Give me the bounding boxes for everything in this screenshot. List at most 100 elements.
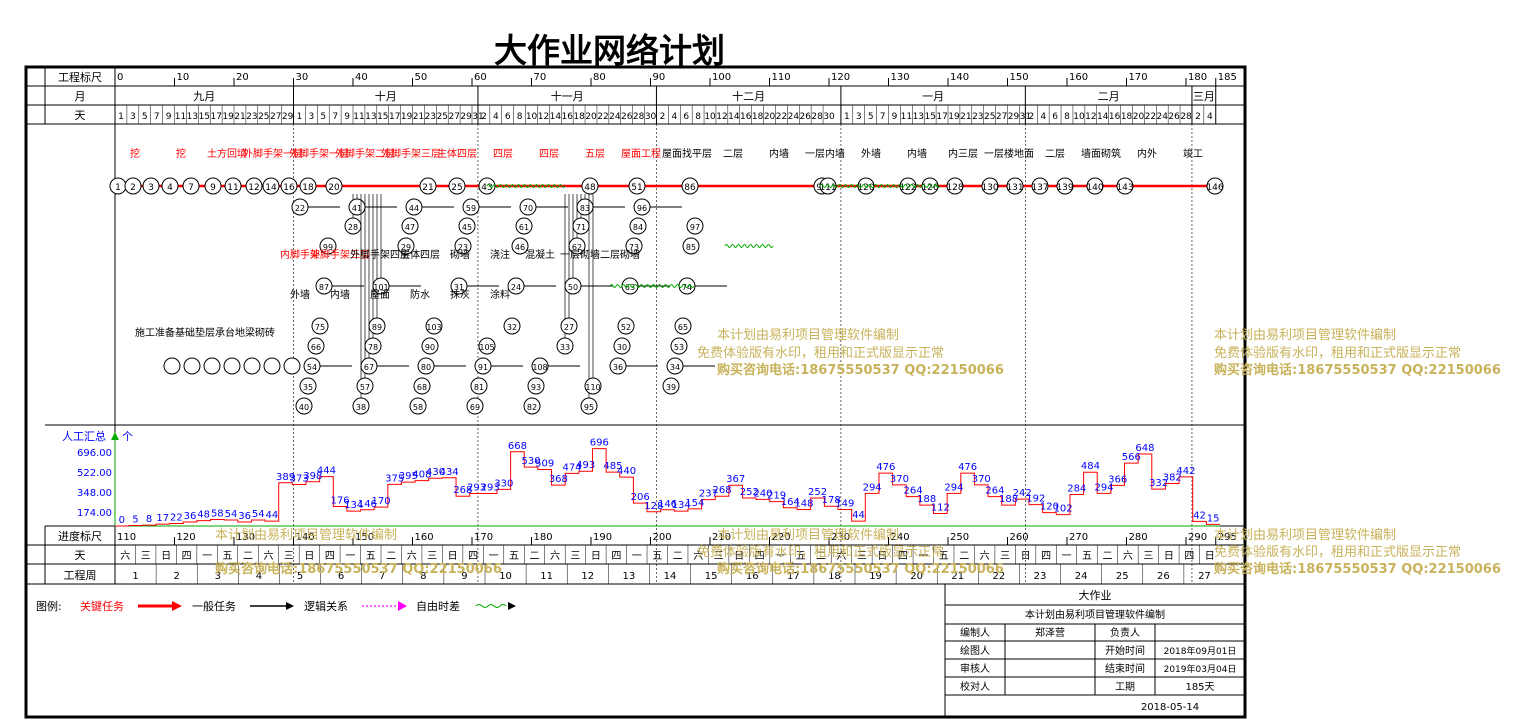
day-cell: 22 xyxy=(776,112,787,122)
weekday-cell: 四 xyxy=(468,551,478,562)
network-node-label: 95 xyxy=(584,403,594,412)
day-cell: 27 xyxy=(448,112,459,122)
network-node-label: 59 xyxy=(466,204,476,213)
week-cell: 27 xyxy=(1198,571,1211,582)
day-cell: 4 xyxy=(1207,112,1213,122)
resource-value-label: 54 xyxy=(252,509,265,520)
watermarks: 本计划由易利项目管理软件编制 免费体验版有水印，租用和正式版显示正常 购买咨询电… xyxy=(215,328,1501,577)
weekday-cell: 一 xyxy=(632,551,642,562)
resource-y-ticks: 696.00 522.00 348.00 174.00 xyxy=(77,448,112,519)
resource-value-label: 696 xyxy=(590,438,609,449)
day-cell: 18 xyxy=(573,112,585,122)
progress-tick: 280 xyxy=(1129,532,1148,543)
critical-node-label: 137 xyxy=(1031,183,1048,193)
critical-node-label: 25 xyxy=(451,183,462,193)
network-node-label: 71 xyxy=(576,223,586,232)
watermark-line1: 本计划由易利项目管理软件编制 xyxy=(717,328,899,343)
network-node-label: 67 xyxy=(364,363,374,372)
network-node-label: 110 xyxy=(585,383,600,392)
weekday-cell: 二 xyxy=(243,551,253,562)
day-cell: 12 xyxy=(538,112,549,122)
network-node-label: 30 xyxy=(617,343,627,352)
scale-tick: 170 xyxy=(1129,72,1148,83)
info-reviewer-label: 审核人 xyxy=(960,662,990,675)
progress-tick: 270 xyxy=(1069,532,1088,543)
scale-label: 工程标尺 xyxy=(58,70,102,84)
weekday-cell: 四 xyxy=(1184,551,1194,562)
network-node-label: 61 xyxy=(519,223,529,232)
critical-node-label: 143 xyxy=(1116,183,1133,193)
day-cell: 20 xyxy=(585,112,597,122)
scale-tick: 10 xyxy=(177,72,190,83)
scale-tick: 160 xyxy=(1069,72,1088,83)
day-cell: 21 xyxy=(960,112,971,122)
weekday-cell: 一 xyxy=(202,551,212,562)
network-node-label: 47 xyxy=(405,223,415,232)
critical-node-label: 131 xyxy=(1006,183,1023,193)
resource-chart: 人工汇总 个 696.00522.00348.00174.00 0 5 8 17 22 3… xyxy=(45,424,1245,527)
network-node-label: 65 xyxy=(678,323,688,332)
mid-label: 屋面 xyxy=(370,289,390,301)
day-cell: 4 xyxy=(1040,112,1046,122)
legend: 图例: 关键任务 一般任务 逻辑关系 自由时差 xyxy=(36,599,516,613)
critical-node-label: 120 xyxy=(857,183,874,193)
resource-y-tick: 174.00 xyxy=(77,508,112,519)
day-cell: 25 xyxy=(437,112,448,122)
weekday-cell: 五 xyxy=(652,551,662,562)
network-node-label: 82 xyxy=(527,403,537,412)
network-node-label: 45 xyxy=(462,223,472,232)
day-cell: 1 xyxy=(844,112,850,122)
network-node-label: 44 xyxy=(409,204,419,213)
critical-node-label: 21 xyxy=(422,183,433,193)
network-node-label: 85 xyxy=(686,243,696,252)
weekday-cell: 六 xyxy=(120,550,130,562)
week-cell: 13 xyxy=(623,571,636,582)
watermark-line1-b: 本计划由易利项目管理软件编制 xyxy=(1214,328,1396,343)
day-cell: 11 xyxy=(901,112,912,122)
resource-value-label: 444 xyxy=(317,466,336,477)
activity-label: 内外 xyxy=(1137,147,1157,160)
mid-label: 混凝土 xyxy=(525,248,555,261)
day-cell: 7 xyxy=(332,112,338,122)
day-cell: 17 xyxy=(210,112,221,122)
day-cell: 8 xyxy=(517,112,523,122)
scale-tick: 130 xyxy=(891,72,910,83)
weekday-cell: 六 xyxy=(980,550,990,562)
watermark-line2-b: 免费体验版有水印，租用和正式版显示正常 xyxy=(1214,345,1461,361)
day-cell: 20 xyxy=(1133,112,1145,122)
month-cell: 三月 xyxy=(1193,90,1215,103)
day-cell: 21 xyxy=(413,112,424,122)
watermark-line3-b: 购买咨询电话:18675550537 QQ:22150066 xyxy=(1214,362,1501,378)
network-node-label: 24 xyxy=(511,283,521,292)
scale-tick: 120 xyxy=(831,72,850,83)
resource-value-label: 170 xyxy=(371,496,390,507)
day-cell: 6 xyxy=(505,112,511,122)
activity-label: 内墙 xyxy=(769,147,789,160)
network-node-label: 39 xyxy=(666,383,676,392)
weekday-cell: 三 xyxy=(427,551,437,562)
day-cell: 24 xyxy=(1157,112,1169,122)
day-cell: 2 xyxy=(1195,112,1201,122)
critical-node-label: 130 xyxy=(981,183,998,193)
day-cell: 26 xyxy=(621,112,633,122)
weekday-cell: 日 xyxy=(304,551,314,562)
day-cell: 26 xyxy=(1168,112,1180,122)
network-node-label: 84 xyxy=(633,223,643,232)
network-node-label: 103 xyxy=(426,323,441,332)
info-drawer-label: 绘图人 xyxy=(960,644,990,657)
day-cell: 14 xyxy=(1097,112,1109,122)
day-cell: 17 xyxy=(936,112,947,122)
resource-y-tick: 696.00 xyxy=(77,448,112,459)
day-cell: 4 xyxy=(671,112,677,122)
activity-label: 二层 xyxy=(723,148,743,160)
critical-node-label: 86 xyxy=(684,183,696,193)
info-responsible-label: 负责人 xyxy=(1110,626,1140,639)
day-cell: 29 xyxy=(282,112,294,122)
activity-label: 屋面找平层 xyxy=(662,147,712,160)
resource-value-label: 476 xyxy=(958,462,977,473)
week-cell: 2 xyxy=(173,571,179,582)
resource-value-label: 268 xyxy=(713,485,732,496)
info-date: 2018-05-14 xyxy=(1141,702,1199,713)
critical-node-label: 48 xyxy=(584,183,596,193)
month-cell: 十一月 xyxy=(551,89,584,103)
